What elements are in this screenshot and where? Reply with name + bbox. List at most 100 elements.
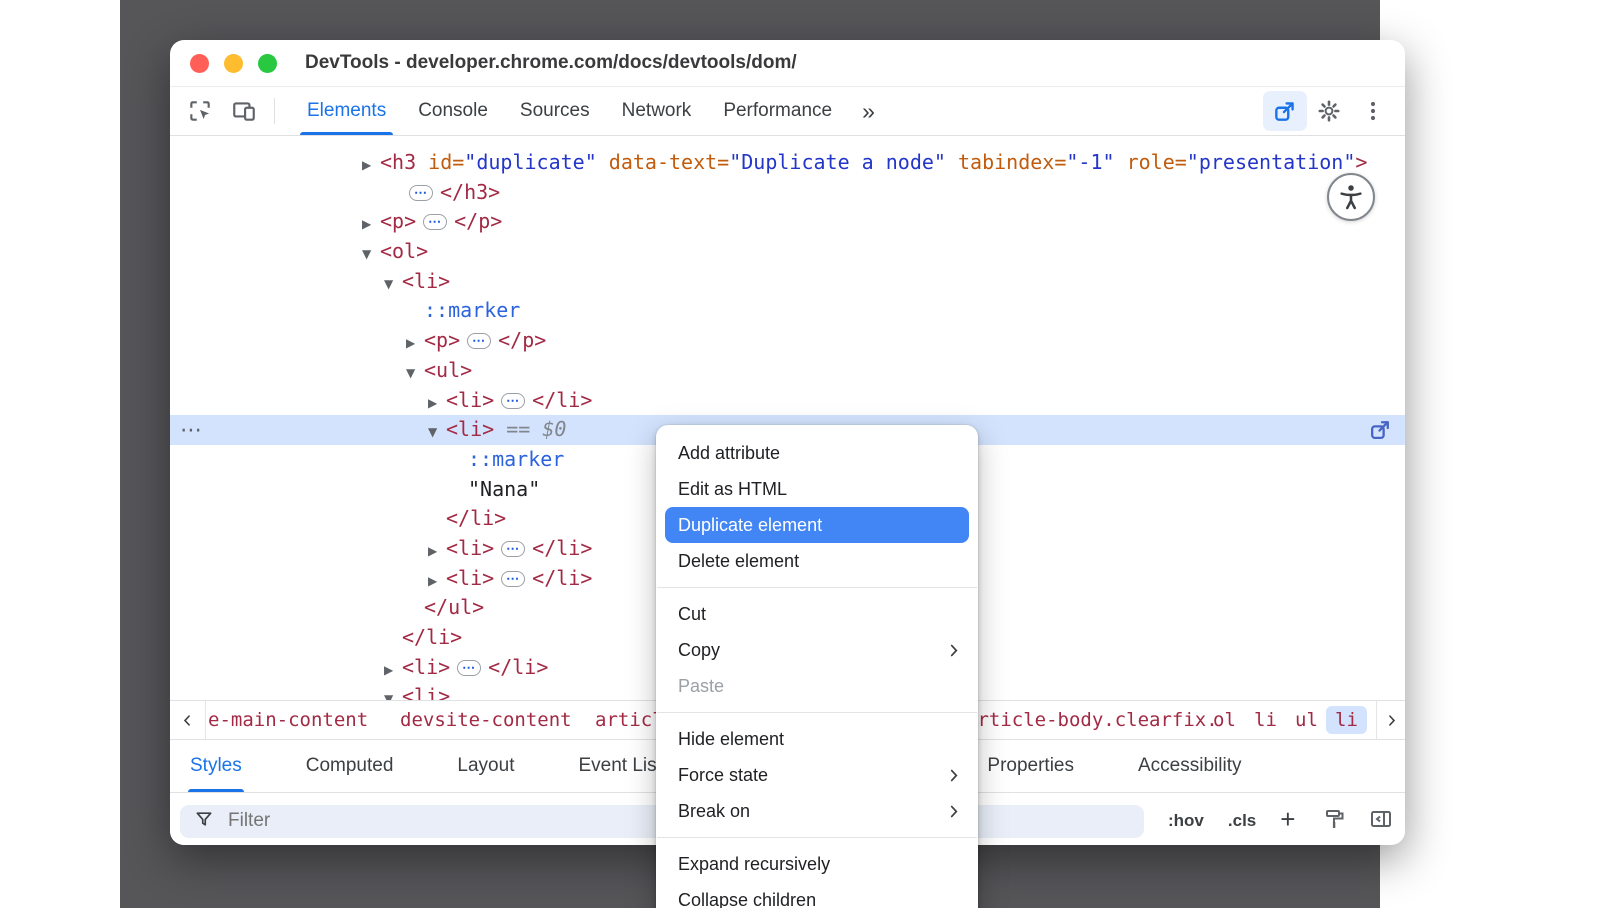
expand-arrow-right-icon[interactable]: ▶ [362,210,380,240]
reveal-node-icon[interactable] [1368,417,1393,447]
minimize-button[interactable] [224,54,243,73]
panel-tab-properties[interactable]: Properties [987,740,1074,792]
token-tag: > [1355,150,1367,174]
token-tag: <li> [446,536,494,560]
breadcrumb-item-li-7[interactable]: li [1326,706,1367,734]
menu-item-label: Delete element [678,551,799,572]
sidebar-toggle-icon[interactable] [1369,807,1393,836]
picker-active-icon[interactable] [1263,91,1307,131]
token-tag: </li> [532,388,592,412]
token-badge: ⋯ [457,660,481,676]
token-tag: <ol> [380,239,428,263]
window-controls [170,54,277,73]
submenu-chevron-icon [945,642,962,659]
token-tag: </li> [488,655,548,679]
screenshot-page: DevTools - developer.chrome.com/docs/dev… [0,0,1600,908]
expand-arrow-down-icon[interactable]: ▼ [428,418,446,448]
expand-arrow-right-icon[interactable]: ▶ [428,389,446,419]
menu-item-add-attribute[interactable]: Add attribute [656,435,978,471]
breadcrumb-item-e-main-content-0[interactable]: e-main-content [208,701,368,739]
menu-item-collapse-children[interactable]: Collapse children [656,882,978,908]
zoom-button[interactable] [258,54,277,73]
breadcrumb-left-arrow-icon[interactable] [170,701,206,739]
breadcrumb-item-devsite-content-1[interactable]: devsite-content [400,701,572,739]
dom-tree-row[interactable]: ▶<li>⋯</li> [170,386,1405,416]
menu-item-edit-as-html[interactable]: Edit as HTML [656,471,978,507]
kebab-menu-icon[interactable] [1351,91,1395,131]
dom-tree-row[interactable]: ::marker [170,296,1405,326]
breadcrumb-item-ol-4[interactable]: ol [1213,701,1236,739]
window-title: DevTools - developer.chrome.com/docs/dev… [305,52,797,74]
token-badge: ⋯ [501,541,525,557]
submenu-chevron-icon [945,803,962,820]
menu-item-break-on[interactable]: Break on [656,793,978,829]
settings-gear-icon[interactable] [1307,91,1351,131]
device-toolbar-icon[interactable] [222,91,266,131]
expand-arrow-right-icon[interactable]: ▶ [406,329,424,359]
menu-item-copy[interactable]: Copy [656,632,978,668]
menu-item-duplicate-element[interactable]: Duplicate element [665,507,969,543]
more-tabs-icon[interactable]: » [848,98,889,125]
menu-item-label: Edit as HTML [678,479,787,500]
menu-separator [657,712,977,713]
dom-tree-row[interactable]: ▼<ol> [170,237,1405,267]
panel-tab-layout[interactable]: Layout [457,740,514,792]
token-an: id= [416,150,464,174]
menu-item-delete-element[interactable]: Delete element [656,543,978,579]
menu-item-hide-element[interactable]: Hide element [656,721,978,757]
dom-tree-row[interactable]: ▶<h3 id="duplicate" data-text="Duplicate… [170,148,1405,178]
menu-item-expand-recursively[interactable]: Expand recursively [656,846,978,882]
dom-tree-row[interactable]: ▼<ul> [170,356,1405,386]
tab-network[interactable]: Network [606,87,708,135]
token-tag: <ul> [424,358,472,382]
expand-arrow-down-icon[interactable]: ▼ [384,685,402,700]
token-tag: </li> [446,506,506,530]
accessibility-icon[interactable] [1327,173,1375,221]
dom-tree-row[interactable]: ▶<p>⋯</p> [170,326,1405,356]
token-mark: ::marker [468,447,564,471]
token-tag: <h3 [380,150,416,174]
new-style-rule-button[interactable]: + [1280,804,1295,835]
menu-item-label: Expand recursively [678,854,830,875]
breadcrumb-right-arrow-icon[interactable] [1376,701,1405,739]
dom-tree-row[interactable]: ⋯ </h3> [170,178,1405,208]
menu-item-force-state[interactable]: Force state [656,757,978,793]
inspect-element-icon[interactable] [178,91,222,131]
tab-sources[interactable]: Sources [504,87,606,135]
token-badge: ⋯ [409,185,433,201]
panel-tab-accessibility[interactable]: Accessibility [1138,740,1241,792]
element-classes-button[interactable]: .cls [1228,811,1256,831]
dom-tree-row[interactable]: ▶<p>⋯</p> [170,207,1405,237]
toolbar-divider [274,98,275,124]
token-txt: "Nana" [468,477,540,501]
breadcrumb-item-li-5[interactable]: li [1254,701,1277,739]
dom-tree-row[interactable]: ▼<li> [170,267,1405,297]
breadcrumb-item-ul-6[interactable]: ul [1295,701,1318,739]
devtools-toolbar: ElementsConsoleSourcesNetworkPerformance… [170,87,1405,136]
expand-arrow-right-icon[interactable]: ▶ [362,151,380,181]
tab-elements[interactable]: Elements [291,87,402,135]
paint-roller-icon[interactable] [1323,807,1347,836]
menu-item-cut[interactable]: Cut [656,596,978,632]
expand-arrow-down-icon[interactable]: ▼ [384,270,402,300]
menu-item-label: Cut [678,604,706,625]
panel-tab-computed[interactable]: Computed [306,740,394,792]
expand-arrow-down-icon[interactable]: ▼ [406,359,424,389]
token-badge: ⋯ [501,393,525,409]
expand-arrow-right-icon[interactable]: ▶ [384,656,402,686]
token-tag: </h3> [440,180,500,204]
toolbar-right-cluster [1263,91,1405,131]
panel-tab-styles[interactable]: Styles [190,740,242,792]
row-options-icon[interactable]: ⋯ [180,415,203,445]
expand-arrow-right-icon[interactable]: ▶ [428,537,446,567]
breadcrumb-item-article-body-clearfix-3[interactable]: article-body.clearfix. [966,701,1218,739]
styles-toolbar-buttons: :hov .cls + [1168,807,1295,835]
token-av: "presentation" [1187,150,1356,174]
tab-console[interactable]: Console [402,87,504,135]
tab-performance[interactable]: Performance [707,87,848,135]
toggle-element-state-button[interactable]: :hov [1168,811,1204,831]
close-button[interactable] [190,54,209,73]
expand-arrow-right-icon[interactable]: ▶ [428,567,446,597]
expand-arrow-down-icon[interactable]: ▼ [362,240,380,270]
token-tag: <p> [424,328,460,352]
